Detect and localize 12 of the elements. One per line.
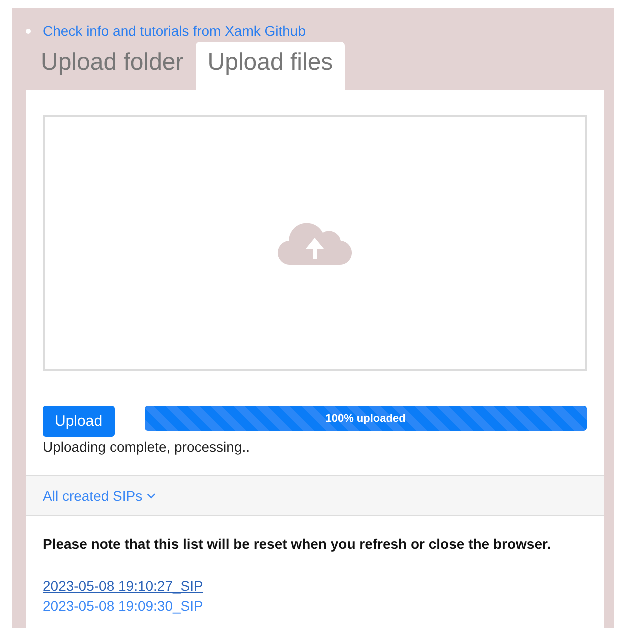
sip-link[interactable]: 2023-05-08 19:10:27_SIP bbox=[43, 576, 204, 596]
tab[interactable]: Upload files bbox=[196, 42, 346, 90]
status-text: Uploading complete, processing.. bbox=[43, 439, 252, 455]
note-text: Please note that this list will be reset when you refresh or close the browser. bbox=[43, 536, 552, 552]
tab[interactable]: Upload folder bbox=[29, 42, 196, 90]
info-link[interactable]: Check info and tutorials from Xamk Github bbox=[43, 23, 306, 39]
progress-label: 100% uploaded bbox=[324, 412, 407, 426]
drop-zone[interactable] bbox=[43, 115, 587, 371]
bullet-icon bbox=[26, 28, 31, 34]
accordion-header[interactable]: All created SIPs bbox=[26, 475, 604, 516]
upload-button[interactable]: Upload bbox=[43, 406, 115, 437]
sip-link[interactable]: 2023-05-08 19:09:30_SIP bbox=[43, 596, 204, 616]
